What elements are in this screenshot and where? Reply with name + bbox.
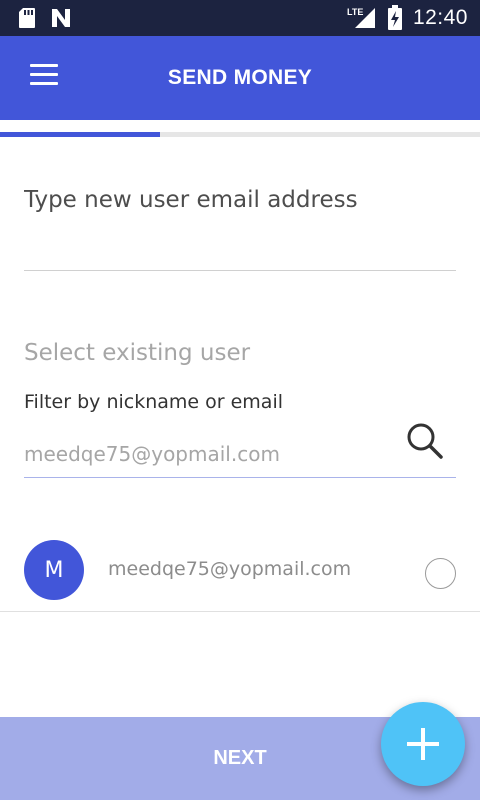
search-icon[interactable]	[404, 420, 446, 462]
status-left-icons	[18, 7, 72, 29]
avatar: M	[24, 540, 84, 600]
new-user-email-input[interactable]	[24, 176, 456, 271]
select-existing-user-title: Select existing user	[24, 340, 251, 366]
lte-signal-icon: LTE	[347, 7, 375, 28]
add-user-button[interactable]	[381, 702, 465, 786]
app-bar: SEND MONEY	[0, 36, 480, 120]
user-email: meedqe75@yopmail.com	[108, 558, 352, 580]
page-title: SEND MONEY	[167, 66, 313, 89]
filter-label: Filter by nickname or email	[24, 391, 284, 413]
network-label: LTE	[347, 7, 363, 17]
status-time: 12:40	[412, 6, 468, 29]
sd-card-icon	[19, 8, 35, 28]
user-select-radio[interactable]	[425, 558, 456, 589]
status-right-icons: LTE 12:40	[347, 5, 468, 31]
filter-input[interactable]	[24, 430, 456, 478]
n-logo-icon	[52, 9, 70, 27]
battery-charging-icon	[387, 5, 402, 30]
plus-icon	[407, 728, 439, 760]
status-bar: LTE 12:40	[0, 0, 480, 36]
step-progress-fill	[0, 132, 160, 137]
step-progress-bar	[0, 132, 480, 137]
user-list-item[interactable]: M meedqe75@yopmail.com	[0, 530, 480, 612]
